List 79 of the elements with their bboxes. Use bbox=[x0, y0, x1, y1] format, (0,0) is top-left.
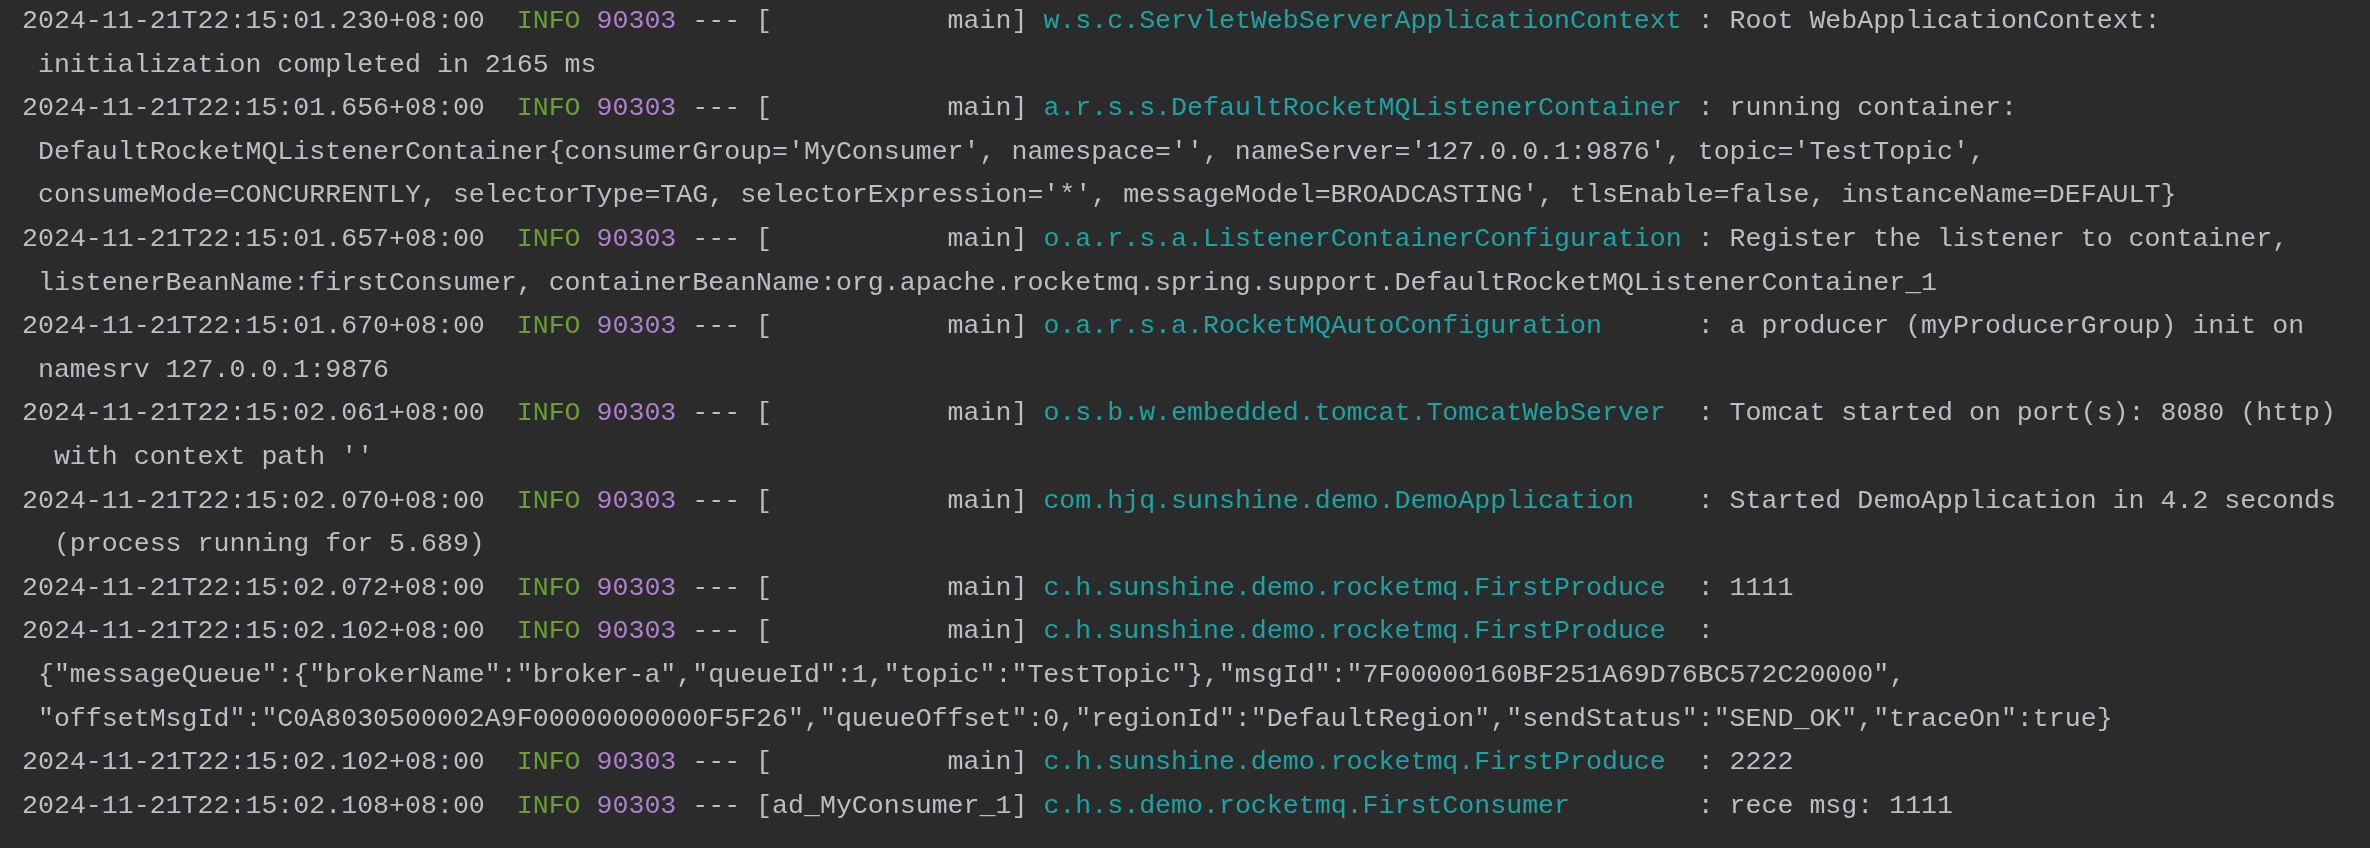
logger-name: c.h.sunshine.demo.rocketmq.FirstProduce bbox=[1043, 746, 1666, 780]
separator: --- bbox=[692, 571, 741, 605]
timestamp: 2024-11-21T22:15:01.657+08:00 bbox=[22, 222, 485, 256]
timestamp: 2024-11-21T22:15:02.102+08:00 bbox=[22, 746, 485, 780]
separator: --- bbox=[692, 92, 741, 126]
process-id: 90303 bbox=[596, 92, 677, 126]
separator: --- bbox=[692, 222, 741, 256]
log-message: with context path '' bbox=[52, 440, 374, 474]
log-message: "offsetMsgId":"C0A8030500002A9F00000000000F5F26","queueOffset":0,"regionId":"DefaultRegion","sendStatus":"SEND_OK","traceOn":true} bbox=[37, 702, 2113, 736]
log-message: : running container: bbox=[1697, 92, 2017, 126]
timestamp: 2024-11-21T22:15:02.072+08:00 bbox=[22, 571, 485, 605]
thread-name: [ main] bbox=[756, 222, 1028, 256]
timestamp: 2024-11-21T22:15:02.108+08:00 bbox=[22, 789, 485, 823]
log-level: INFO bbox=[516, 222, 581, 256]
log-message: initialization completed in 2165 ms bbox=[37, 48, 597, 82]
separator: --- bbox=[692, 746, 741, 780]
timestamp: 2024-11-21T22:15:02.102+08:00 bbox=[22, 615, 485, 649]
logger-name: com.hjq.sunshine.demo.DemoApplication bbox=[1043, 484, 1634, 518]
process-id: 90303 bbox=[596, 571, 677, 605]
logger-name: o.s.b.w.embedded.tomcat.TomcatWebServer bbox=[1043, 397, 1666, 431]
log-level: INFO bbox=[516, 789, 581, 823]
logger-name: o.a.r.s.a.RocketMQAutoConfiguration bbox=[1043, 310, 1602, 344]
process-id: 90303 bbox=[596, 615, 677, 649]
process-id: 90303 bbox=[596, 746, 677, 780]
separator: --- bbox=[692, 484, 741, 518]
log-message: : Root WebApplicationContext: bbox=[1697, 5, 2161, 38]
separator: --- bbox=[692, 615, 741, 649]
logger-name: w.s.c.ServletWebServerApplicationContext bbox=[1043, 5, 1682, 38]
log-level: INFO bbox=[516, 746, 581, 780]
log-message: listenerBeanName:firstConsumer, containerBeanName:org.apache.rocketmq.spring.support.DefaultRocketMQListenerContainer_1 bbox=[37, 266, 1938, 300]
log-level: INFO bbox=[516, 92, 581, 126]
thread-name: [ main] bbox=[756, 397, 1028, 431]
logger-name: c.h.sunshine.demo.rocketmq.FirstProduce bbox=[1043, 571, 1666, 605]
separator: --- bbox=[692, 5, 741, 38]
log-level: INFO bbox=[516, 5, 581, 38]
log-level: INFO bbox=[516, 615, 581, 649]
log-message: : Tomcat started on port(s): 8080 (http) bbox=[1697, 397, 2337, 431]
process-id: 90303 bbox=[596, 397, 677, 431]
process-id: 90303 bbox=[596, 222, 677, 256]
thread-name: [ main] bbox=[756, 310, 1028, 344]
log-message: namesrv 127.0.0.1:9876 bbox=[37, 353, 390, 387]
timestamp: 2024-11-21T22:15:01.670+08:00 bbox=[22, 310, 485, 344]
thread-name: [ main] bbox=[756, 484, 1028, 518]
separator: --- bbox=[692, 397, 741, 431]
thread-name: [ main] bbox=[756, 571, 1028, 605]
log-level: INFO bbox=[516, 397, 581, 431]
log-message: {"messageQueue":{"brokerName":"broker-a","queueId":1,"topic":"TestTopic"},"msgId":"7F00000160BF251A69D76BC572C20000", bbox=[37, 658, 1906, 692]
log-message: DefaultRocketMQListenerContainer{consumerGroup='MyConsumer', namespace='', nameServer='127.0.0.1:9876', topic='TestTopic', bbox=[37, 135, 1985, 169]
log-message: : Register the listener to container, bbox=[1697, 222, 2289, 256]
timestamp: 2024-11-21T22:15:01.656+08:00 bbox=[22, 92, 485, 126]
process-id: 90303 bbox=[596, 789, 677, 823]
logger-name: c.h.s.demo.rocketmq.FirstConsumer bbox=[1043, 789, 1571, 823]
log-level: INFO bbox=[516, 571, 581, 605]
log-level: INFO bbox=[516, 484, 581, 518]
log-message: : 1111 bbox=[1697, 571, 1794, 605]
timestamp: 2024-11-21T22:15:02.061+08:00 bbox=[22, 397, 485, 431]
separator: --- bbox=[692, 310, 741, 344]
logger-name: o.a.r.s.a.ListenerContainerConfiguration bbox=[1043, 222, 1682, 256]
timestamp: 2024-11-21T22:15:02.070+08:00 bbox=[22, 484, 485, 518]
process-id: 90303 bbox=[596, 310, 677, 344]
process-id: 90303 bbox=[596, 5, 677, 38]
thread-name: [ main] bbox=[756, 615, 1028, 649]
logger-name: c.h.sunshine.demo.rocketmq.FirstProduce bbox=[1043, 615, 1666, 649]
thread-name: [ main] bbox=[756, 746, 1028, 780]
log-message: : rece msg: 1111 bbox=[1697, 789, 1953, 823]
log-level: INFO bbox=[516, 310, 581, 344]
separator: --- bbox=[692, 789, 741, 823]
thread-name: [ main] bbox=[756, 92, 1028, 126]
log-message: consumeMode=CONCURRENTLY, selectorType=TAG, selectorExpression='*', messageModel=BROADCASTING', tlsEnable=false, instanceName=DEFAULT} bbox=[37, 179, 2177, 213]
thread-name: [ad_MyConsumer_1] bbox=[756, 789, 1028, 823]
log-message: : Started DemoApplication in 4.2 seconds bbox=[1697, 484, 2337, 518]
log-message: : bbox=[1697, 615, 1714, 649]
thread-name: [ main] bbox=[756, 5, 1028, 38]
log-message: : 2222 bbox=[1697, 746, 1794, 780]
log-message: (process running for 5.689) bbox=[52, 528, 485, 562]
timestamp: 2024-11-21T22:15:01.230+08:00 bbox=[22, 5, 485, 38]
process-id: 90303 bbox=[596, 484, 677, 518]
logger-name: a.r.s.s.DefaultRocketMQListenerContainer bbox=[1043, 92, 1682, 126]
log-message: : a producer (myProducerGroup) init on bbox=[1697, 310, 2305, 344]
